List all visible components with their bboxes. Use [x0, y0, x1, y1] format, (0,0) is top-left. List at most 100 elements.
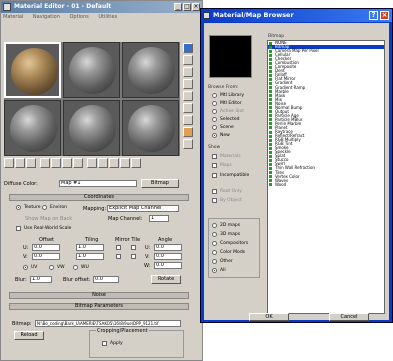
menu-options[interactable]: Options: [69, 14, 88, 20]
radio[interactable]: [212, 117, 217, 122]
u-angle-field[interactable]: 0.0: [154, 244, 182, 251]
by-object-option[interactable]: By Object: [212, 198, 242, 203]
maximize-button[interactable]: □: [183, 3, 191, 11]
sample-uv-tiling-icon[interactable]: [183, 79, 193, 89]
sample-slot-5[interactable]: [63, 100, 120, 156]
background-icon[interactable]: [183, 67, 193, 77]
u-tile-checkbox[interactable]: [131, 245, 136, 250]
bitmap-path-button[interactable]: N:\Bo_coding\Bark_U\AMERIE\TSAKO5\16\8\9…: [35, 320, 181, 327]
vw-radio[interactable]: [49, 265, 54, 270]
environ-option[interactable]: Environ: [42, 205, 67, 210]
use-real-world-option[interactable]: Use Real-World Scale: [16, 226, 71, 231]
w-angle-field[interactable]: 0.0: [154, 262, 182, 269]
noise-rollout[interactable]: Noise: [9, 292, 189, 299]
radio[interactable]: [212, 259, 217, 264]
minimize-button[interactable]: _: [174, 3, 182, 11]
u-mirror-checkbox[interactable]: [116, 245, 121, 250]
browse-active-slot[interactable]: Active Slot: [212, 109, 244, 114]
browse-mtl-editor[interactable]: Mtl Editor: [212, 101, 242, 106]
checkbox[interactable]: [212, 173, 217, 178]
menu-utilities[interactable]: Utilities: [98, 14, 117, 20]
browse-mtl-library[interactable]: Mtl Library: [212, 93, 244, 98]
show-maps[interactable]: Maps: [212, 163, 232, 168]
u-tiling-field[interactable]: 1.0: [76, 244, 104, 251]
close-button[interactable]: ×: [192, 3, 200, 11]
show-map-in-viewport-icon[interactable]: [98, 158, 108, 168]
bitmap-parameters-rollout[interactable]: Bitmap Parameters: [9, 303, 189, 310]
filter-2d-maps[interactable]: 2D maps: [212, 223, 240, 228]
radio[interactable]: [212, 268, 217, 273]
blur-field[interactable]: 1.0: [30, 276, 52, 283]
radio[interactable]: [212, 101, 217, 106]
browser-close-button[interactable]: ×: [380, 11, 389, 20]
radio[interactable]: [212, 133, 217, 138]
make-preview-icon[interactable]: [183, 103, 193, 113]
u-offset-field[interactable]: 0.0: [32, 244, 60, 251]
radio[interactable]: [212, 125, 217, 130]
radio[interactable]: [212, 93, 217, 98]
checkbox[interactable]: [212, 189, 217, 194]
make-copy-icon[interactable]: [51, 158, 61, 168]
reload-button[interactable]: Reload: [14, 331, 44, 340]
help-button[interactable]: ?: [369, 11, 378, 20]
get-material-icon[interactable]: [4, 158, 14, 168]
radio[interactable]: [212, 250, 217, 255]
show-materials[interactable]: Materials: [212, 154, 241, 159]
uv-option[interactable]: UV: [23, 265, 37, 270]
checkbox[interactable]: [212, 163, 217, 168]
coordinates-rollout[interactable]: Coordinates: [9, 194, 189, 201]
cancel-button[interactable]: Cancel: [329, 313, 369, 321]
put-to-scene-icon[interactable]: [15, 158, 25, 168]
v-offset-field[interactable]: 0.0: [32, 253, 60, 260]
browse-new[interactable]: New: [212, 133, 230, 138]
texture-radio[interactable]: [16, 205, 21, 210]
texture-option[interactable]: Texture: [16, 205, 40, 210]
radio[interactable]: [212, 223, 217, 228]
map-type-button[interactable]: Bitmap: [141, 179, 179, 188]
filter-other[interactable]: Other: [212, 259, 233, 264]
map-type-item[interactable]: Wood: [268, 182, 384, 187]
sample-slot-6[interactable]: [122, 100, 179, 156]
make-unique-icon[interactable]: [62, 158, 72, 168]
browser-titlebar[interactable]: Material/Map Browser: [201, 9, 392, 22]
uv-radio[interactable]: [23, 265, 28, 270]
ok-button[interactable]: OK: [249, 313, 289, 321]
v-angle-field[interactable]: 0.0: [154, 253, 182, 260]
v-tiling-field[interactable]: 1.0: [76, 253, 104, 260]
map-type-list[interactable]: NONE Bitmap Camera Map Per Pixel Cellular Ch…: [267, 40, 385, 314]
blur-offset-field[interactable]: 0.0: [93, 276, 119, 283]
checkbox[interactable]: [212, 154, 217, 159]
material-navigator-icon[interactable]: [183, 139, 193, 149]
filter-3d-maps[interactable]: 3D maps: [212, 232, 240, 237]
apply-checkbox[interactable]: [102, 341, 107, 346]
filter-all[interactable]: All: [212, 268, 226, 273]
map-channel-field[interactable]: 1: [149, 215, 169, 222]
v-tile-checkbox[interactable]: [131, 254, 136, 259]
browse-selected[interactable]: Selected: [212, 117, 240, 122]
mapping-dropdown[interactable]: Explicit Map Channel: [107, 205, 179, 212]
filter-color-mods[interactable]: Color Mods: [212, 250, 245, 255]
menu-navigation[interactable]: Navigation: [33, 14, 60, 20]
vw-option[interactable]: VW: [49, 265, 65, 270]
wu-option[interactable]: WU: [73, 265, 89, 270]
environ-radio[interactable]: [42, 205, 47, 210]
put-to-library-icon[interactable]: [73, 158, 83, 168]
checkbox[interactable]: [212, 198, 217, 203]
menu-material[interactable]: Material: [3, 14, 23, 20]
reset-map-icon[interactable]: [40, 158, 50, 168]
backlight-icon[interactable]: [183, 55, 193, 65]
sample-slot-2[interactable]: [63, 42, 120, 98]
show-incompatible[interactable]: Incompatible: [212, 173, 249, 178]
map-name-field[interactable]: Map #1: [59, 180, 137, 187]
sample-slot-3[interactable]: [122, 42, 179, 98]
go-to-parent-icon[interactable]: [120, 158, 130, 168]
radio[interactable]: [212, 109, 217, 114]
go-forward-to-sibling-icon[interactable]: [131, 158, 141, 168]
wu-radio[interactable]: [73, 265, 78, 270]
sample-type-icon[interactable]: [183, 43, 193, 53]
video-color-check-icon[interactable]: [183, 91, 193, 101]
filter-compositors[interactable]: Compositors: [212, 241, 248, 246]
radio[interactable]: [212, 241, 217, 246]
radio[interactable]: [212, 232, 217, 237]
options-icon[interactable]: [183, 115, 193, 125]
